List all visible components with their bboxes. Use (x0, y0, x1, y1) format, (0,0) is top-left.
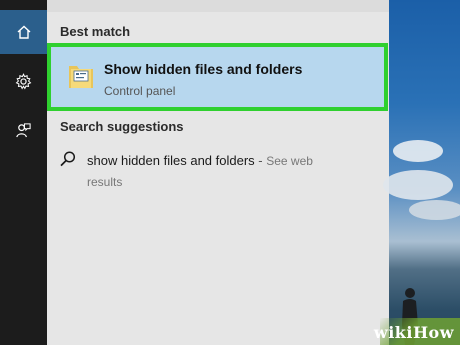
control-panel-folder-icon (69, 66, 93, 88)
suggestion-hint: See web (266, 154, 313, 168)
start-rail (0, 0, 47, 345)
wikihow-watermark: wikiHow (374, 318, 460, 345)
suggestion-hint-line2: results (87, 175, 123, 189)
suggestion-separator: - (254, 153, 267, 168)
web-suggestion-text: show hidden files and folders - See web … (87, 150, 387, 193)
best-match-heading: Best match (60, 24, 131, 39)
gear-icon (15, 72, 32, 90)
best-match-subtitle: Control panel (104, 84, 176, 98)
home-icon (17, 25, 30, 39)
search-icon (60, 151, 76, 167)
cloud (383, 170, 453, 200)
best-match-result[interactable]: Show hidden files and folders Control pa… (47, 43, 388, 111)
panel-top-strip (47, 0, 389, 12)
search-suggestions-heading: Search suggestions (60, 119, 184, 134)
feedback-icon (16, 122, 31, 137)
settings-button[interactable] (0, 61, 47, 101)
feedback-button[interactable] (0, 110, 47, 150)
cloud (409, 200, 460, 220)
search-results-panel: Best match Show hidden files and folders… (47, 0, 389, 345)
suggestion-query: show hidden files and folders (87, 153, 255, 168)
home-button[interactable] (0, 12, 47, 52)
cloud (393, 140, 443, 162)
watermark-text: wikiHow (373, 323, 454, 342)
best-match-title: Show hidden files and folders (104, 61, 303, 77)
